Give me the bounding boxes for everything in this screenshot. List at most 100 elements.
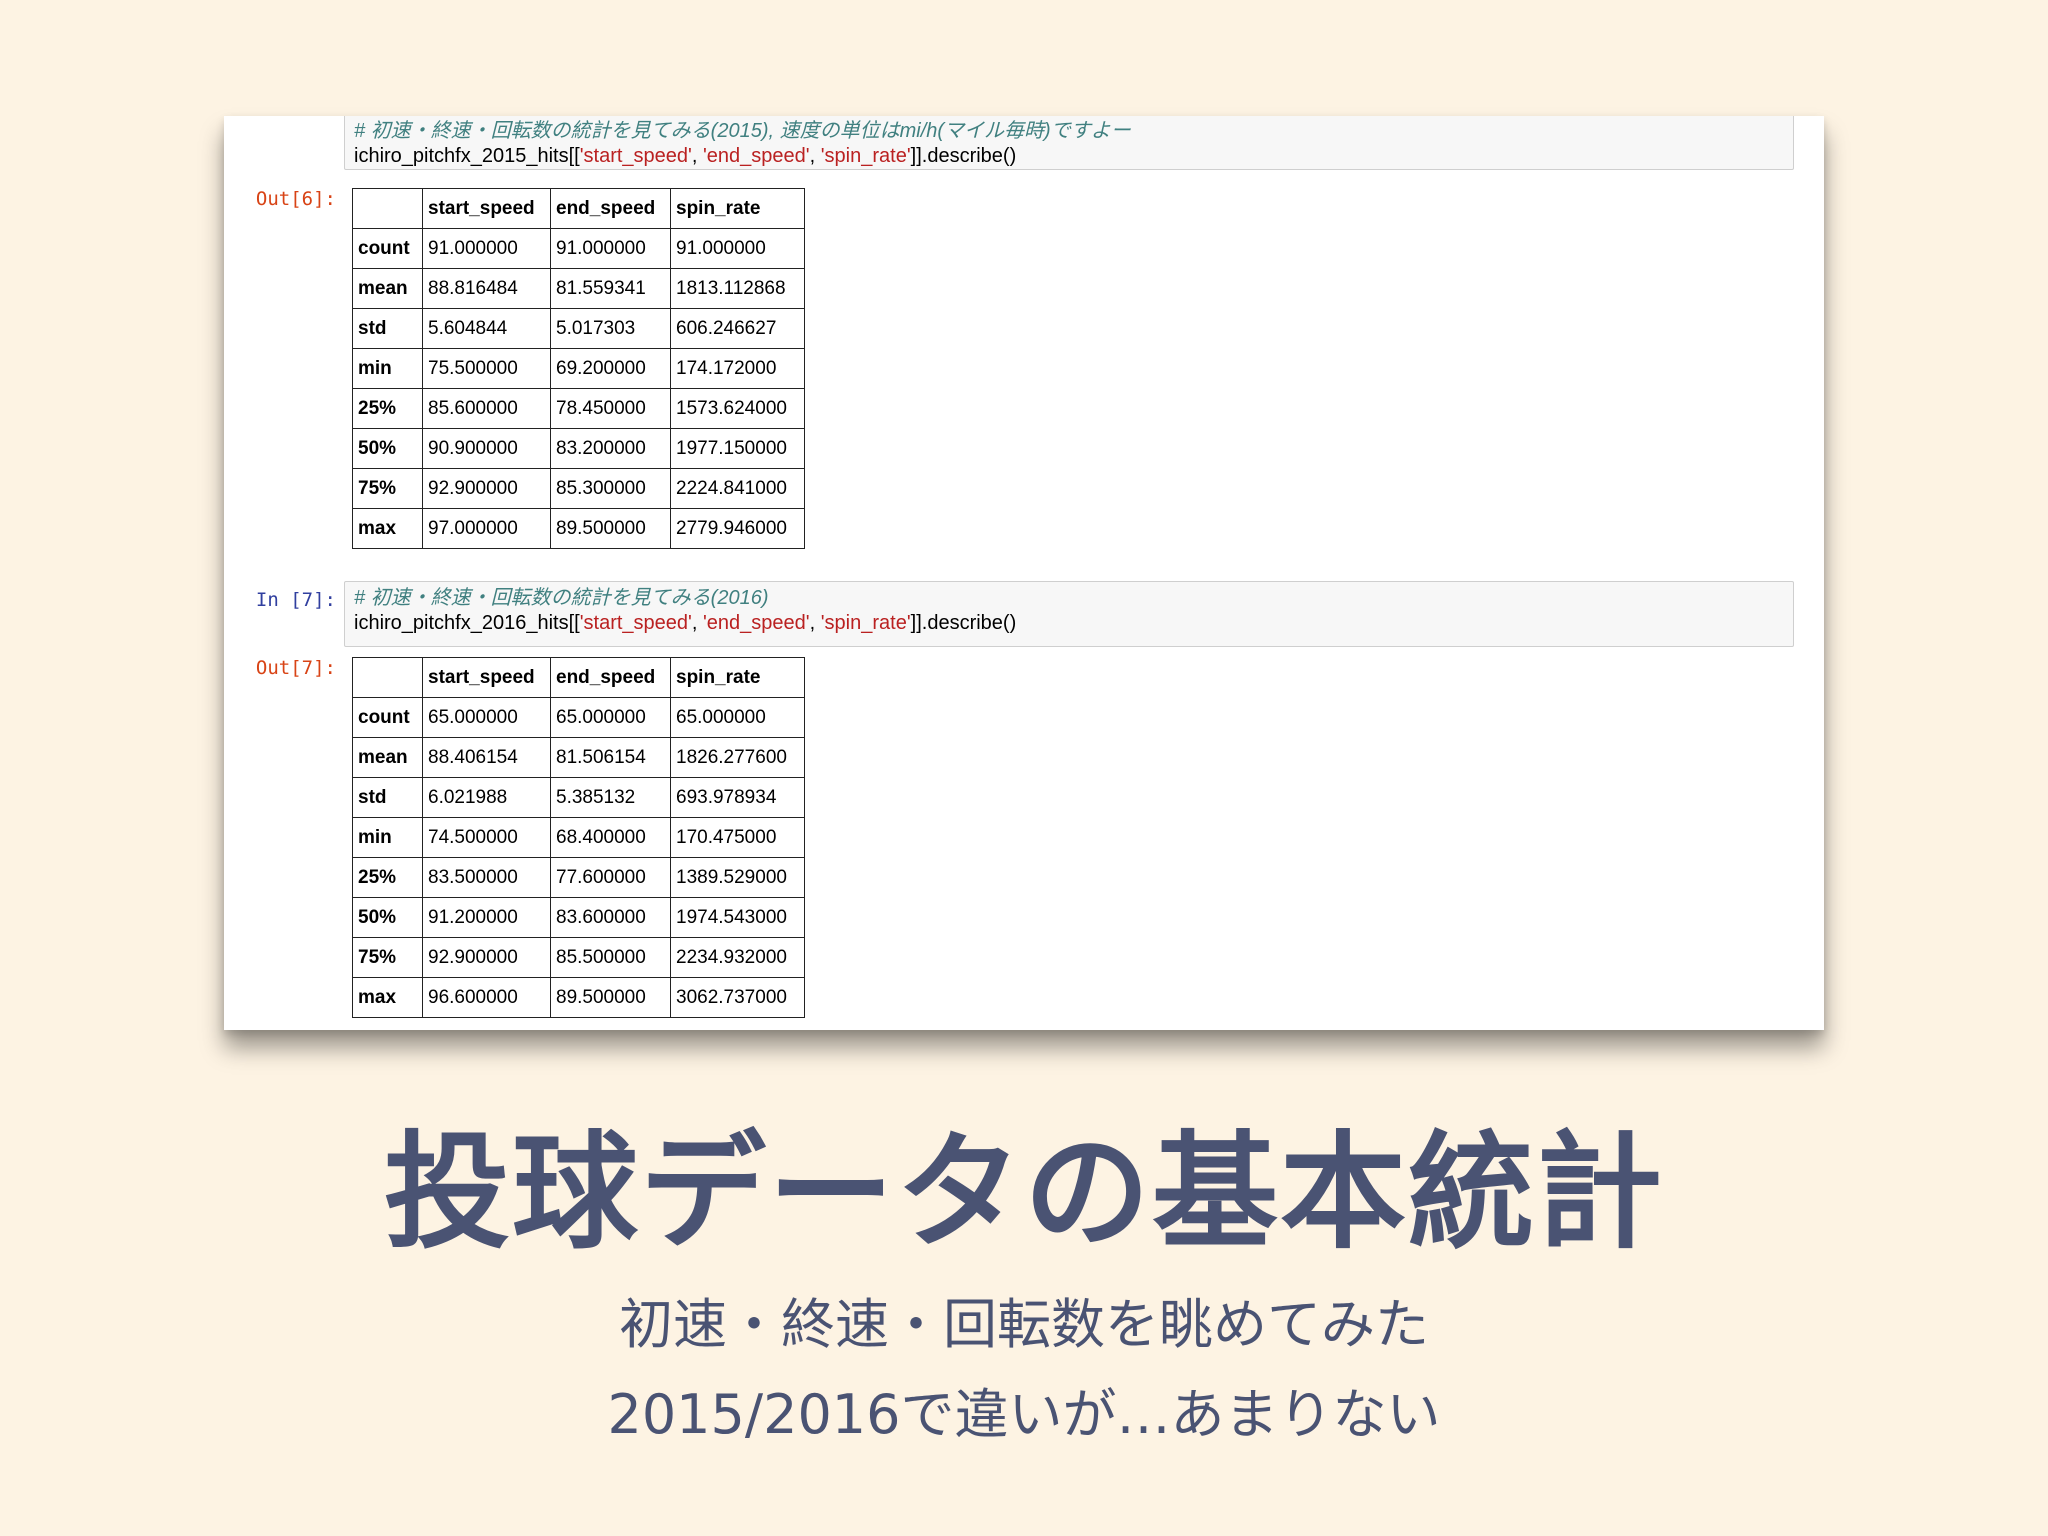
table-cell: 89.500000 [550, 508, 671, 549]
table-cell: 1826.277600 [670, 737, 805, 778]
table-row: 75% 92.900000 85.500000 2234.932000 [352, 937, 805, 978]
row-label: 75% [352, 468, 423, 509]
table-row: min 75.500000 69.200000 174.172000 [352, 348, 805, 389]
table-cell: 1813.112868 [670, 268, 805, 309]
table-header-cell: end_speed [550, 657, 671, 698]
table-cell: 91.200000 [422, 897, 551, 938]
table-cell: 91.000000 [422, 228, 551, 269]
in-prompt: In [7]: [255, 589, 336, 611]
table-header-cell: spin_rate [670, 188, 805, 229]
table-cell: 77.600000 [550, 857, 671, 898]
table-cell: 92.900000 [422, 937, 551, 978]
table-cell: 78.450000 [550, 388, 671, 429]
row-label: count [352, 228, 423, 269]
table-cell: 5.017303 [550, 308, 671, 349]
table-cell: 2224.841000 [670, 468, 805, 509]
row-label: count [352, 697, 423, 738]
row-label: max [352, 508, 423, 549]
describe-table-2015: start_speed end_speed spin_rate count 91.… [352, 188, 805, 549]
code-input-cell-6[interactable]: # 初速・終速・回転数の統計を見てみる(2015), 速度の単位はmi/h(マイ… [344, 116, 1794, 170]
row-label: 25% [352, 857, 423, 898]
out-prompt: Out[7]: [255, 657, 336, 679]
table-row: mean 88.406154 81.506154 1826.277600 [352, 737, 805, 778]
row-label: min [352, 817, 423, 858]
table-cell: 174.172000 [670, 348, 805, 389]
table-cell: 65.000000 [670, 697, 805, 738]
table-header-cell [352, 657, 423, 698]
row-label: mean [352, 268, 423, 309]
table-row: max 97.000000 89.500000 2779.946000 [352, 508, 805, 549]
table-row: std 5.604844 5.017303 606.246627 [352, 308, 805, 349]
table-cell: 1974.543000 [670, 897, 805, 938]
table-row: 50% 91.200000 83.600000 1974.543000 [352, 897, 805, 938]
code-input-cell-7[interactable]: # 初速・終速・回転数の統計を見てみる(2016) ichiro_pitchfx… [344, 581, 1794, 647]
row-label: std [352, 777, 423, 818]
table-header-row: start_speed end_speed spin_rate [352, 188, 805, 229]
table-cell: 83.600000 [550, 897, 671, 938]
table-cell: 3062.737000 [670, 977, 805, 1018]
table-header-cell: start_speed [422, 657, 551, 698]
row-label: 25% [352, 388, 423, 429]
table-cell: 2234.932000 [670, 937, 805, 978]
table-header-cell [352, 188, 423, 229]
row-label: 50% [352, 897, 423, 938]
code-comment: # 初速・終速・回転数の統計を見てみる(2015), 速度の単位はmi/h(マイ… [354, 120, 1131, 142]
row-label: min [352, 348, 423, 389]
table-row: 75% 92.900000 85.300000 2224.841000 [352, 468, 805, 509]
table-cell: 69.200000 [550, 348, 671, 389]
table-row: std 6.021988 5.385132 693.978934 [352, 777, 805, 818]
table-cell: 92.900000 [422, 468, 551, 509]
table-row: count 91.000000 91.000000 91.000000 [352, 228, 805, 269]
table-row: max 96.600000 89.500000 3062.737000 [352, 977, 805, 1018]
table-cell: 1389.529000 [670, 857, 805, 898]
table-cell: 2779.946000 [670, 508, 805, 549]
slide-title: 投球データの基本統計 [384, 1119, 1664, 1266]
table-cell: 74.500000 [422, 817, 551, 858]
table-cell: 1977.150000 [670, 428, 805, 469]
table-row: count 65.000000 65.000000 65.000000 [352, 697, 805, 738]
table-cell: 606.246627 [670, 308, 805, 349]
code-line: ichiro_pitchfx_2015_hits[['start_speed',… [354, 145, 1017, 167]
table-cell: 85.500000 [550, 937, 671, 978]
code-comment: # 初速・終速・回転数の統計を見てみる(2016) [354, 587, 769, 609]
row-label: 50% [352, 428, 423, 469]
table-cell: 91.000000 [550, 228, 671, 269]
code-line: ichiro_pitchfx_2016_hits[['start_speed',… [354, 612, 1017, 634]
table-cell: 90.900000 [422, 428, 551, 469]
table-cell: 88.816484 [422, 268, 551, 309]
table-cell: 97.000000 [422, 508, 551, 549]
table-cell: 75.500000 [422, 348, 551, 389]
table-cell: 5.604844 [422, 308, 551, 349]
notebook-screenshot: # 初速・終速・回転数の統計を見てみる(2015), 速度の単位はmi/h(マイ… [224, 116, 1824, 1030]
table-row: mean 88.816484 81.559341 1813.112868 [352, 268, 805, 309]
table-cell: 65.000000 [422, 697, 551, 738]
table-cell: 5.385132 [550, 777, 671, 818]
row-label: 75% [352, 937, 423, 978]
table-cell: 65.000000 [550, 697, 671, 738]
table-cell: 85.600000 [422, 388, 551, 429]
table-cell: 81.506154 [550, 737, 671, 778]
table-cell: 68.400000 [550, 817, 671, 858]
table-row: 25% 83.500000 77.600000 1389.529000 [352, 857, 805, 898]
table-cell: 693.978934 [670, 777, 805, 818]
table-header-cell: start_speed [422, 188, 551, 229]
table-cell: 6.021988 [422, 777, 551, 818]
table-cell: 83.200000 [550, 428, 671, 469]
table-header-cell: spin_rate [670, 657, 805, 698]
table-header-row: start_speed end_speed spin_rate [352, 657, 805, 698]
slide-subtitle-line-1: 初速・終速・回転数を眺めてみた [619, 1293, 1429, 1356]
table-cell: 170.475000 [670, 817, 805, 858]
table-cell: 1573.624000 [670, 388, 805, 429]
table-row: 50% 90.900000 83.200000 1977.150000 [352, 428, 805, 469]
row-label: std [352, 308, 423, 349]
table-row: 25% 85.600000 78.450000 1573.624000 [352, 388, 805, 429]
out-prompt: Out[6]: [255, 188, 336, 210]
describe-table-2016: start_speed end_speed spin_rate count 65.… [352, 657, 805, 1018]
slide-subtitle-line-2: 2015/2016で違いが…あまりない [607, 1383, 1441, 1446]
table-cell: 89.500000 [550, 977, 671, 1018]
table-header-cell: end_speed [550, 188, 671, 229]
row-label: max [352, 977, 423, 1018]
table-cell: 85.300000 [550, 468, 671, 509]
table-cell: 88.406154 [422, 737, 551, 778]
table-cell: 91.000000 [670, 228, 805, 269]
